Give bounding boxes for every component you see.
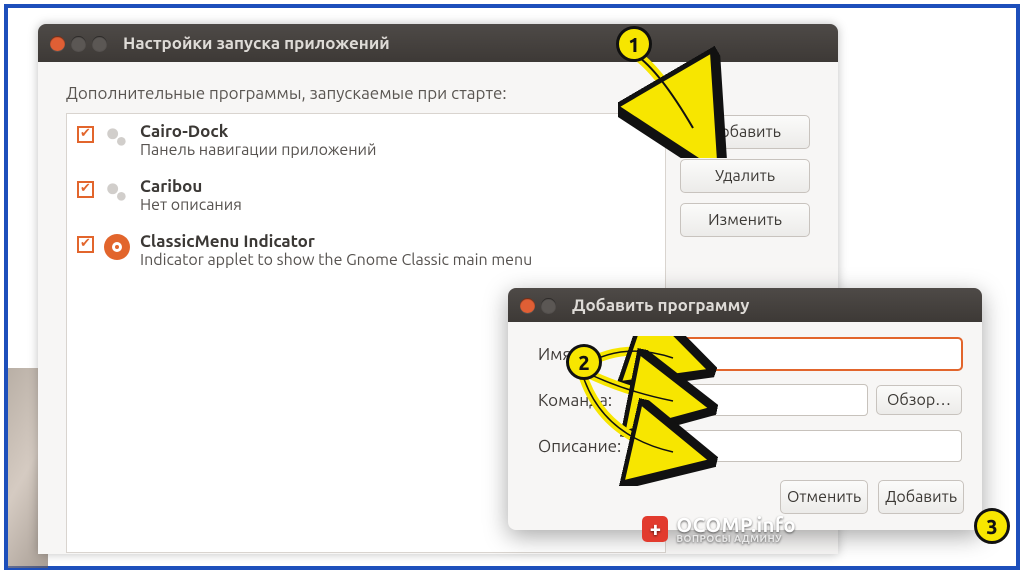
item-title: Caribou	[140, 177, 242, 196]
command-label: Команда:	[538, 391, 648, 410]
edit-button[interactable]: Изменить	[680, 203, 810, 237]
gears-icon	[104, 124, 130, 150]
list-item[interactable]: Caribou Нет описания	[67, 169, 665, 224]
ubuntu-icon	[104, 234, 130, 260]
watermark-tagline: ВОПРОСЫ АДМИНУ	[676, 533, 796, 544]
close-icon[interactable]	[50, 36, 65, 51]
maximize-icon[interactable]	[541, 298, 556, 313]
maximize-icon[interactable]	[92, 36, 107, 51]
checkbox-icon[interactable]	[77, 236, 94, 253]
browse-button[interactable]: Обзор…	[876, 385, 962, 415]
dialog-title: Добавить программу	[572, 296, 749, 315]
minimize-icon[interactable]	[71, 36, 86, 51]
command-input[interactable]	[656, 384, 868, 416]
remove-button[interactable]: Удалить	[680, 159, 810, 193]
screenshot-frame: Настройки запуска приложений Дополнитель…	[4, 4, 1020, 570]
item-desc: Нет описания	[140, 196, 242, 214]
item-title: Cairo-Dock	[140, 122, 376, 141]
description-input[interactable]	[656, 430, 962, 462]
add-button[interactable]: Добавить	[680, 115, 810, 149]
watermark: + OCOMP.info ВОПРОСЫ АДМИНУ	[642, 513, 796, 544]
window-title: Настройки запуска приложений	[123, 34, 390, 53]
annotation-badge: 1	[616, 26, 652, 62]
dialog-add-button[interactable]: Добавить	[878, 480, 964, 514]
list-item[interactable]: Cairo-Dock Панель навигации приложений	[67, 114, 665, 169]
item-desc: Панель навигации приложений	[140, 141, 376, 159]
close-icon[interactable]	[520, 298, 535, 313]
checkbox-icon[interactable]	[77, 181, 94, 198]
section-heading: Дополнительные программы, запускаемые пр…	[66, 84, 810, 103]
dialog-titlebar: Добавить программу	[508, 288, 982, 322]
checkbox-icon[interactable]	[77, 126, 94, 143]
plus-icon: +	[642, 516, 668, 542]
item-title: ClassicMenu Indicator	[140, 232, 532, 251]
titlebar: Настройки запуска приложений	[38, 24, 838, 62]
item-desc: Indicator applet to show the Gnome Class…	[140, 251, 532, 269]
cancel-button[interactable]: Отменить	[780, 480, 868, 514]
annotation-badge: 3	[974, 508, 1010, 544]
annotation-badge: 2	[566, 344, 602, 380]
gears-icon	[104, 179, 130, 205]
list-item[interactable]: ClassicMenu Indicator Indicator applet t…	[67, 224, 665, 279]
add-program-dialog: Добавить программу Имя: Команда: Обзор… …	[508, 288, 982, 530]
name-input[interactable]	[656, 338, 962, 370]
description-label: Описание:	[538, 437, 648, 456]
